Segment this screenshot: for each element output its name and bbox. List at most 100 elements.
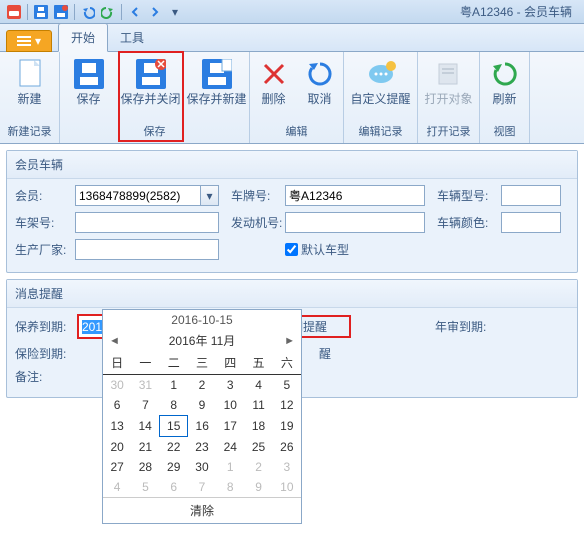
qat-saveclose-icon[interactable] xyxy=(53,4,69,20)
maint-label: 保养到期: xyxy=(15,318,73,335)
highlight-saveclose xyxy=(118,51,184,142)
model-input[interactable] xyxy=(501,185,561,206)
dp-day-cell[interactable]: 26 xyxy=(273,437,301,458)
save-new-icon xyxy=(201,58,233,90)
dp-day-cell[interactable]: 12 xyxy=(273,395,301,416)
dp-day-cell[interactable]: 20 xyxy=(103,437,131,458)
open-object-button[interactable]: 打开对象 xyxy=(419,54,479,123)
engine-input[interactable] xyxy=(285,212,425,233)
dp-day-cell[interactable]: 17 xyxy=(216,416,244,437)
dp-day-cell[interactable]: 24 xyxy=(216,437,244,458)
dp-day-cell[interactable]: 1 xyxy=(160,375,188,396)
dp-day-cell[interactable]: 1 xyxy=(216,457,244,477)
dp-day-cell[interactable]: 3 xyxy=(216,375,244,396)
dp-day-cell[interactable]: 21 xyxy=(131,437,159,458)
dp-day-cell[interactable]: 28 xyxy=(131,457,159,477)
dp-clear-button[interactable]: 清除 xyxy=(103,497,301,523)
dp-day-cell[interactable]: 2 xyxy=(188,375,216,396)
dp-day-cell[interactable]: 11 xyxy=(244,395,272,416)
dp-day-cell[interactable]: 2 xyxy=(244,457,272,477)
dp-day-cell[interactable]: 31 xyxy=(131,375,159,396)
dp-day-cell[interactable]: 8 xyxy=(216,477,244,497)
delete-button[interactable]: 删除 xyxy=(251,54,297,123)
dp-month-label[interactable]: 2016年 11月 xyxy=(169,332,236,349)
dp-selected-date: 2016-10-15 xyxy=(103,310,301,330)
dp-dow-header: 一 xyxy=(131,351,159,375)
tab-tools[interactable]: 工具 xyxy=(108,24,156,51)
member-input[interactable] xyxy=(75,185,201,206)
dp-day-cell[interactable]: 25 xyxy=(244,437,272,458)
engine-label: 发动机号: xyxy=(231,214,281,231)
dp-day-cell[interactable]: 4 xyxy=(244,375,272,396)
dp-day-cell[interactable]: 27 xyxy=(103,457,131,477)
content: 会员车辆 会员: ▾ 车牌号: 车辆型号: 车架号: 发动机号: 车辆颜色: 生… xyxy=(0,144,584,410)
dp-day-cell[interactable]: 30 xyxy=(188,457,216,477)
dp-day-cell[interactable]: 5 xyxy=(273,375,301,396)
plate-input[interactable] xyxy=(285,185,425,206)
qat-next-icon[interactable] xyxy=(147,4,163,20)
dp-day-cell[interactable]: 7 xyxy=(188,477,216,497)
new-button[interactable]: 新建 xyxy=(1,54,59,123)
qat-menu-icon[interactable]: ▾ xyxy=(167,4,183,20)
save-icon xyxy=(73,58,105,90)
dp-day-cell[interactable]: 10 xyxy=(273,477,301,497)
plate-label: 车牌号: xyxy=(231,187,281,204)
dp-day-cell[interactable]: 4 xyxy=(103,477,131,497)
qat-save-icon[interactable] xyxy=(33,4,49,20)
save-new-button[interactable]: 保存并新建 xyxy=(184,54,250,123)
dp-dow-header: 三 xyxy=(188,351,216,375)
dp-day-cell[interactable]: 5 xyxy=(131,477,159,497)
save-button[interactable]: 保存 xyxy=(60,54,118,123)
refresh-button[interactable]: 刷新 xyxy=(481,54,529,123)
dp-day-cell[interactable]: 29 xyxy=(160,457,188,477)
dp-day-cell[interactable]: 15 xyxy=(160,416,188,437)
member-label: 会员: xyxy=(15,187,71,204)
dp-dow-header: 二 xyxy=(160,351,188,375)
file-menu-button[interactable]: ▾ xyxy=(6,30,52,52)
dp-day-cell[interactable]: 30 xyxy=(103,375,131,396)
date-picker: 2016-10-15 ◄ 2016年 11月 ► 日一二三四五六 3031123… xyxy=(102,309,302,524)
panel-vehicle: 会员车辆 会员: ▾ 车牌号: 车辆型号: 车架号: 发动机号: 车辆颜色: 生… xyxy=(6,150,578,273)
vin-input[interactable] xyxy=(75,212,219,233)
remark-label: 备注: xyxy=(15,368,73,385)
model-label: 车辆型号: xyxy=(437,187,497,204)
ins-remind-tail: 醒 xyxy=(319,345,331,362)
qat-prev-icon[interactable] xyxy=(127,4,143,20)
default-type-checkbox[interactable]: 默认车型 xyxy=(285,241,349,258)
cancel-button[interactable]: 取消 xyxy=(297,54,343,123)
dp-day-cell[interactable]: 6 xyxy=(160,477,188,497)
dp-day-cell[interactable]: 8 xyxy=(160,395,188,416)
dp-day-cell[interactable]: 13 xyxy=(103,416,131,437)
delete-icon xyxy=(258,58,290,90)
maker-input[interactable] xyxy=(75,239,219,260)
dp-day-cell[interactable]: 14 xyxy=(131,416,159,437)
qat-redo-icon[interactable] xyxy=(100,4,116,20)
ribbon-tabs: ▾ 开始 工具 xyxy=(0,24,584,52)
group-new-label: 新建记录 xyxy=(8,123,52,141)
group-edit-label: 编辑 xyxy=(286,123,308,141)
dp-day-cell[interactable]: 7 xyxy=(131,395,159,416)
member-dropdown[interactable]: ▾ xyxy=(201,185,219,206)
tab-start[interactable]: 开始 xyxy=(58,23,108,52)
dp-next-icon[interactable]: ► xyxy=(284,335,295,347)
dp-dow-header: 日 xyxy=(103,351,131,375)
remind-icon xyxy=(365,58,397,90)
color-input[interactable] xyxy=(501,212,561,233)
dp-day-cell[interactable]: 9 xyxy=(244,477,272,497)
dp-day-cell[interactable]: 10 xyxy=(216,395,244,416)
qat-undo-icon[interactable] xyxy=(80,4,96,20)
dp-day-cell[interactable]: 16 xyxy=(188,416,216,437)
new-icon xyxy=(14,58,46,90)
dp-day-cell[interactable]: 9 xyxy=(188,395,216,416)
dp-day-cell[interactable]: 18 xyxy=(244,416,272,437)
dp-day-cell[interactable]: 19 xyxy=(273,416,301,437)
dp-day-cell[interactable]: 23 xyxy=(188,437,216,458)
dp-day-cell[interactable]: 3 xyxy=(273,457,301,477)
custom-remind-button[interactable]: 自定义提醒 xyxy=(345,54,417,123)
color-label: 车辆颜色: xyxy=(437,214,497,231)
ins-label: 保险到期: xyxy=(15,345,73,362)
dp-day-cell[interactable]: 22 xyxy=(160,437,188,458)
dp-prev-icon[interactable]: ◄ xyxy=(109,335,120,347)
panel-remind: 消息提醒 保养到期: 2016-11-15▾ 保养到期提醒 年审到期: 保险到期… xyxy=(6,279,578,398)
dp-day-cell[interactable]: 6 xyxy=(103,395,131,416)
